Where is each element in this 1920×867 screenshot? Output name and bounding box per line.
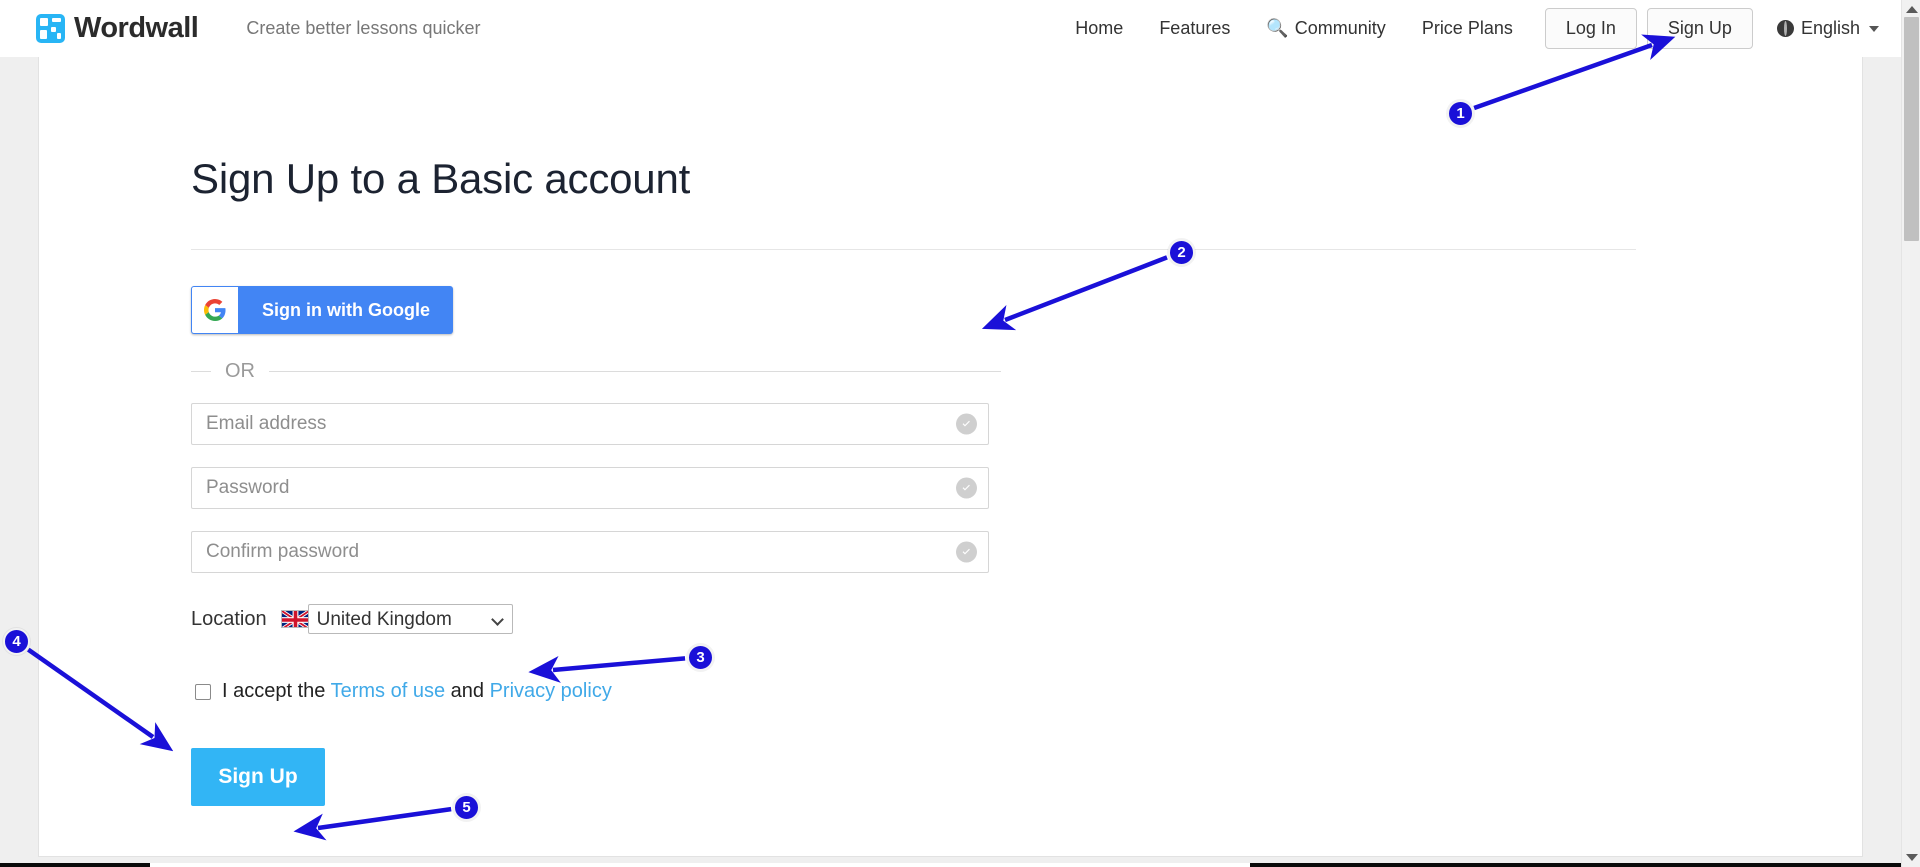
- google-g-icon: [192, 287, 238, 333]
- nav-item-price-plans[interactable]: Price Plans: [1404, 18, 1531, 39]
- terms-text: I accept the Terms of use and Privacy po…: [222, 680, 612, 703]
- nav-item-community-label: Community: [1295, 18, 1386, 39]
- wordwall-logo-icon: [36, 14, 65, 43]
- accept-terms-checkbox[interactable]: [195, 684, 211, 700]
- brand[interactable]: Wordwall: [36, 14, 198, 43]
- tagline: Create better lessons quicker: [246, 18, 480, 39]
- scroll-up-arrow-icon[interactable]: [1906, 6, 1918, 13]
- or-divider: OR: [191, 361, 1001, 381]
- nav-item-features-label: Features: [1159, 18, 1230, 39]
- terms-conjunction: and: [445, 680, 489, 702]
- vertical-scrollbar[interactable]: [1901, 0, 1920, 867]
- nav-item-features[interactable]: Features: [1141, 18, 1248, 39]
- google-button-label: Sign in with Google: [238, 287, 452, 333]
- sign-up-button-header[interactable]: Sign Up: [1647, 8, 1753, 49]
- nav-item-home[interactable]: Home: [1057, 18, 1141, 39]
- log-in-button[interactable]: Log In: [1545, 8, 1637, 49]
- signup-card: Sign Up to a Basic account Sign in with …: [38, 57, 1863, 857]
- scroll-down-arrow-icon[interactable]: [1906, 854, 1918, 861]
- confirm-password-field-wrapper: [191, 531, 989, 573]
- email-field-wrapper: [191, 403, 989, 445]
- horizontal-scrollbar[interactable]: [0, 863, 1901, 867]
- location-select-wrapper: United Kingdom: [308, 604, 513, 634]
- sign-up-submit-button[interactable]: Sign Up: [191, 748, 325, 806]
- language-selector[interactable]: English: [1777, 18, 1879, 39]
- horizontal-scrollbar-thumb[interactable]: [150, 863, 1250, 867]
- location-select[interactable]: United Kingdom: [308, 604, 513, 634]
- search-icon: 🔍: [1266, 18, 1288, 39]
- location-label: Location: [191, 608, 267, 631]
- signup-form: Sign in with Google OR: [191, 286, 991, 806]
- nav-item-price-plans-label: Price Plans: [1422, 18, 1513, 39]
- confirm-password-input[interactable]: [191, 531, 989, 573]
- main-navigation: Home Features 🔍 Community Price Plans Lo…: [1057, 8, 1901, 49]
- sign-in-with-google-button[interactable]: Sign in with Google: [191, 286, 453, 334]
- or-divider-line-left: [191, 371, 211, 372]
- email-input[interactable]: [191, 403, 989, 445]
- annotation-marker-4: 4: [3, 628, 30, 655]
- brand-name: Wordwall: [74, 14, 198, 43]
- or-divider-line-right: [269, 371, 1001, 372]
- terms-prefix: I accept the: [222, 680, 331, 702]
- page-root: Wordwall Create better lessons quicker H…: [0, 0, 1920, 867]
- location-row: Location United Kingdom: [191, 604, 991, 634]
- page-title: Sign Up to a Basic account: [191, 155, 1862, 203]
- nav-item-community[interactable]: 🔍 Community: [1248, 18, 1403, 39]
- password-field-wrapper: [191, 467, 989, 509]
- vertical-scrollbar-thumb[interactable]: [1904, 17, 1919, 241]
- terms-row: I accept the Terms of use and Privacy po…: [191, 680, 991, 703]
- terms-of-use-link[interactable]: Terms of use: [331, 680, 445, 702]
- nav-item-home-label: Home: [1075, 18, 1123, 39]
- title-divider: [191, 249, 1636, 250]
- uk-flag-icon: [281, 610, 308, 628]
- site-header: Wordwall Create better lessons quicker H…: [0, 0, 1901, 57]
- globe-icon: [1777, 20, 1794, 37]
- chevron-down-icon: [1869, 26, 1879, 32]
- privacy-policy-link[interactable]: Privacy policy: [490, 680, 612, 702]
- password-input[interactable]: [191, 467, 989, 509]
- or-divider-label: OR: [211, 361, 269, 381]
- language-label: English: [1801, 18, 1860, 39]
